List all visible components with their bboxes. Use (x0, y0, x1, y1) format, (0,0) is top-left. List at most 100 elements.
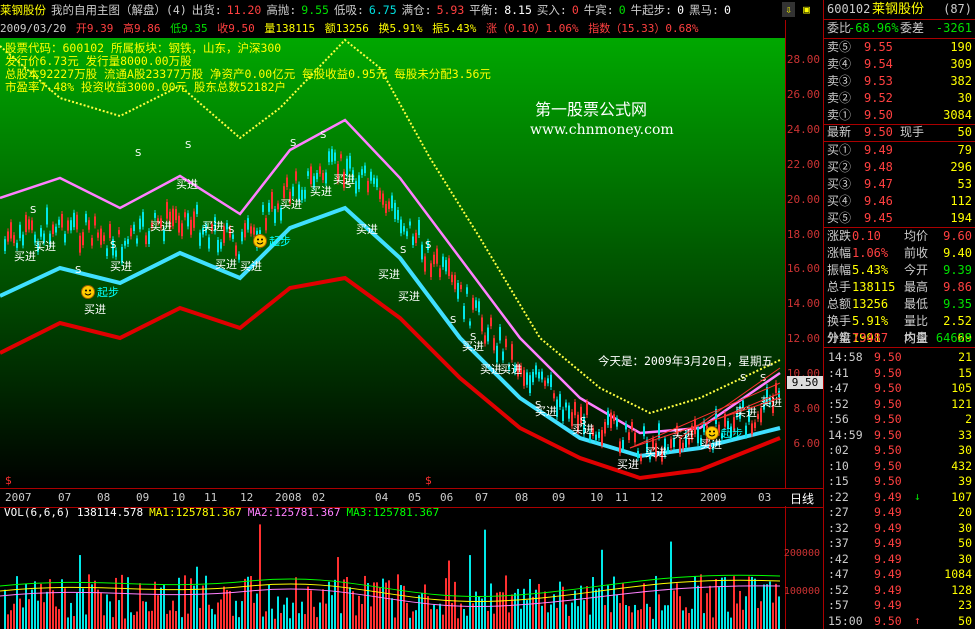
candle-body (364, 165, 366, 174)
candle-body (136, 238, 138, 244)
candle-body (340, 154, 342, 159)
candle-body (613, 414, 615, 422)
volume-bar (184, 575, 186, 629)
candle-body (319, 166, 321, 174)
price-tick: 18.00 (786, 227, 820, 241)
volume-bar (622, 582, 624, 629)
volume-bar (283, 604, 285, 629)
stat-row: 总额 13256 最低 9.35 (824, 296, 975, 313)
volume-bar (706, 593, 708, 629)
header-indicator-value-3: 5.93 (436, 3, 465, 17)
candle-body (628, 432, 630, 441)
level-volume: 382 (950, 74, 972, 88)
buy-signal-label: 买进 (84, 303, 106, 316)
stat-label: 最低 (904, 297, 929, 311)
buy-signal-label: 买进 (645, 446, 667, 459)
time-tick: 09 (136, 491, 150, 504)
stat-value: 9.35 (943, 297, 972, 311)
buy-level-row: 买① 9.49 79 (824, 142, 975, 159)
volume-bar (469, 555, 471, 629)
candle-body (460, 284, 462, 290)
tick-price: 9.50 (874, 381, 902, 395)
price-tick: 14.00 (786, 297, 820, 311)
volume-bar (241, 601, 243, 629)
volume-bar (319, 602, 321, 629)
candle-body (376, 178, 378, 188)
volume-bar (154, 581, 156, 629)
volume-bar (346, 577, 348, 629)
volume-bar (250, 576, 252, 629)
candle-body (322, 173, 324, 181)
candle-body (283, 186, 285, 198)
watermark-title: 第一股票公式网 (535, 100, 648, 119)
level-volume: 3084 (943, 108, 972, 122)
candle-body (106, 248, 108, 256)
volume-bar (487, 610, 489, 629)
sell-level-row: 卖① 9.50 3084 (824, 107, 975, 124)
volume-bar (631, 612, 633, 629)
stat-value: 9.86 (943, 280, 972, 294)
period-label[interactable]: 日线 (790, 490, 814, 507)
scroll-down-icon[interactable]: ⇩ (782, 2, 795, 17)
candle-body (25, 214, 27, 233)
volume-bar (85, 614, 87, 629)
volume-bar (457, 618, 459, 629)
indicator-name[interactable]: 我的自用主图（解盘）(4) (51, 3, 187, 17)
sell-level-row: 卖② 9.52 30 (824, 90, 975, 107)
candle-body (22, 234, 24, 246)
volume-bar (373, 582, 375, 629)
time-tick: 12 (650, 491, 664, 504)
kline-chart[interactable]: 买进买进买进买进买进买进买进买进 买进买进买进买进买进买进买进买进买进买进买进买进… (0, 38, 785, 490)
header-indicator-7: 牛起步: (630, 3, 673, 17)
stock-name[interactable]: 莱钢股份 (0, 3, 46, 17)
volume-bar (541, 605, 543, 629)
volume-bar (484, 529, 486, 629)
tick-row: :37 9.49 50 (824, 535, 975, 551)
buy-signal-label: 买进 (500, 363, 522, 376)
lock-icon[interactable]: ▣ (800, 2, 813, 17)
latest-label: 最新 (827, 125, 852, 139)
volume-bar (451, 603, 453, 629)
volume-bar (322, 589, 324, 629)
sell-level-row: 卖③ 9.53 382 (824, 73, 975, 90)
volume-bar (76, 592, 78, 629)
volume-bar (442, 614, 444, 629)
level-volume: 296 (950, 160, 972, 174)
volume-bar (106, 594, 108, 629)
volume-bar (112, 617, 114, 629)
volume-bar (82, 588, 84, 629)
smiley-icon (81, 285, 95, 299)
candle-body (7, 231, 9, 242)
candle-body (241, 231, 243, 242)
candle-body (463, 305, 465, 320)
header-indicator-value-1: 9.55 (301, 3, 329, 17)
candle-body (355, 181, 357, 194)
candle-body (550, 374, 552, 387)
sell-signal-label: S (30, 205, 36, 216)
candle-body (130, 228, 132, 237)
candle-body (391, 195, 393, 209)
tick-row: 14:59 9.50 33 (824, 427, 975, 443)
candle-body (757, 414, 759, 419)
tick-volume: 107 (951, 489, 972, 504)
level-label: 卖⑤ (827, 40, 852, 54)
tick-time: :47 (828, 567, 849, 581)
tick-row: :15 9.50 39 (824, 473, 975, 489)
candle-body (640, 456, 642, 462)
buy-level-row: 买③ 9.47 53 (824, 176, 975, 193)
candle-body (682, 442, 684, 449)
candle-body (103, 235, 105, 242)
candle-body (358, 175, 360, 190)
volume-bar (37, 600, 39, 629)
volume-bar (556, 607, 558, 629)
volume-chart[interactable] (0, 506, 785, 629)
volume-bar (553, 594, 555, 629)
time-tick: 11 (615, 491, 629, 504)
volume-bar (40, 583, 42, 629)
volume-bar (712, 617, 714, 629)
tick-price: 9.50 (874, 427, 902, 442)
volume-bar (400, 585, 402, 629)
time-tick: 04 (375, 491, 389, 504)
stat-value: 9.39 (943, 263, 972, 277)
volume-bar (493, 613, 495, 629)
